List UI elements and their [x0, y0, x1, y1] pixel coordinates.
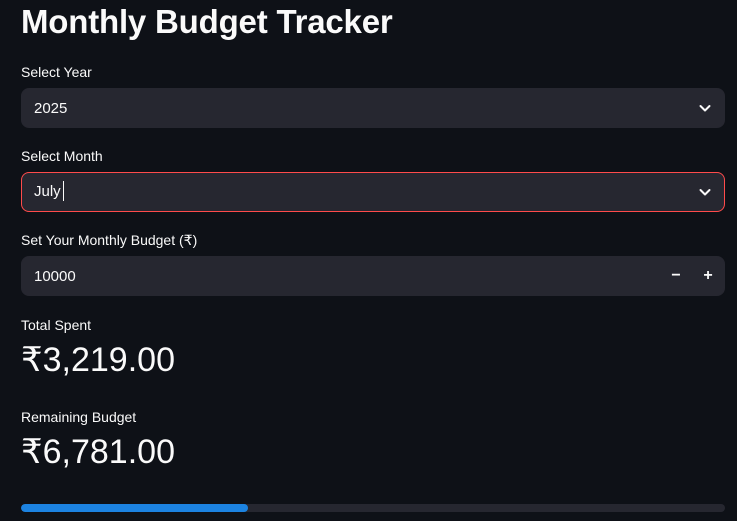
budget-progress-bar — [21, 504, 725, 512]
chevron-down-icon[interactable] — [698, 101, 712, 115]
remaining-budget-value: ₹6,781.00 — [21, 433, 175, 471]
page-title: Monthly Budget Tracker — [21, 3, 393, 40]
increment-button[interactable]: + — [692, 257, 724, 295]
year-select[interactable]: 2025 — [21, 88, 725, 128]
total-spent-value: ₹3,219.00 — [21, 341, 175, 379]
month-select[interactable]: July — [21, 172, 725, 212]
month-select-label: Select Month — [21, 148, 103, 164]
text-caret — [62, 181, 64, 201]
year-select-value: 2025 — [34, 99, 68, 117]
budget-input-label: Set Your Monthly Budget (₹) — [21, 232, 198, 248]
decrement-button[interactable]: − — [660, 257, 692, 295]
chevron-down-icon[interactable] — [698, 185, 712, 199]
year-select-label: Select Year — [21, 64, 92, 80]
month-select-value: July — [34, 182, 61, 200]
remaining-budget-label: Remaining Budget — [21, 409, 137, 425]
budget-progress-fill — [21, 504, 248, 512]
total-spent-label: Total Spent — [21, 317, 92, 333]
budget-tracker-page: Monthly Budget Tracker Select Year 2025 … — [0, 0, 737, 521]
budget-number-input[interactable]: 10000 − + — [21, 256, 725, 296]
budget-input-value[interactable]: 10000 — [34, 268, 660, 285]
